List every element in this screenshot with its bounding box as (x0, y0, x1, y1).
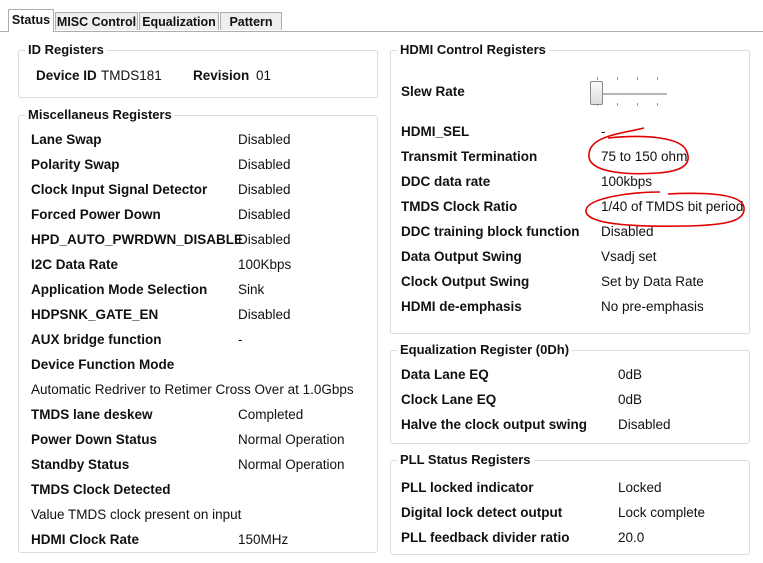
slider-tick (637, 77, 638, 80)
tab-misc-control[interactable]: MISC Control (55, 12, 138, 30)
clock-lane-eq-label: Clock Lane EQ (401, 392, 497, 407)
tab-equalization[interactable]: Equalization (139, 12, 219, 30)
forced-power-down-value: Disabled (238, 207, 291, 222)
i2c-data-rate-value: 100Kbps (238, 257, 292, 272)
slider-tick (617, 103, 618, 106)
lane-swap-label: Lane Swap (31, 132, 102, 147)
polarity-swap-value: Disabled (238, 157, 291, 172)
slider-tick (617, 77, 618, 80)
pll-feedback-divider-ratio-value: 20.0 (618, 530, 645, 545)
device-id-value: TMDS181 (101, 68, 162, 83)
slider-tick (657, 103, 658, 106)
slider-tick (597, 77, 598, 80)
data-output-swing-label: Data Output Swing (401, 249, 522, 264)
transmit-termination-label: Transmit Termination (401, 149, 538, 164)
slider-tick (657, 77, 658, 80)
tmds-clock-ratio-label: TMDS Clock Ratio (401, 199, 518, 214)
misc-registers-title: Miscellaneus Registers (25, 107, 175, 123)
pll-locked-indicator-label: PLL locked indicator (401, 480, 534, 495)
power-down-status-value: Normal Operation (238, 432, 345, 447)
halve-the-clock-output-swing-value: Disabled (618, 417, 671, 432)
hdpsnk-gate-en-value: Disabled (238, 307, 291, 322)
pll-status-group: PLL Status Registers PLL locked indicato… (390, 452, 750, 555)
value-tmds-clock-present-on-input-label: Value TMDS clock present on input (31, 507, 242, 522)
forced-power-down-label: Forced Power Down (31, 207, 161, 222)
pll-status-title: PLL Status Registers (397, 452, 534, 468)
device-id-label: Device ID (36, 68, 97, 83)
hdmi-clock-rate-value: 150MHz (238, 532, 289, 547)
halve-the-clock-output-swing-label: Halve the clock output swing (401, 417, 588, 432)
clock-lane-eq-value: 0dB (618, 392, 643, 407)
slew-rate-label: Slew Rate (401, 84, 465, 99)
ddc-training-block-function-label: DDC training block function (401, 224, 580, 239)
misc-registers-group: Miscellaneus Registers Lane Swap Disabled… (18, 107, 378, 553)
revision-label: Revision (193, 68, 250, 83)
ddc-training-block-function-value: Disabled (601, 224, 654, 239)
hdmi-de-emphasis-value: No pre-emphasis (601, 299, 704, 314)
hpd-auto-pwrdwn-disable-value: Disabled (238, 232, 291, 247)
slew-rate-slider-track[interactable] (593, 93, 667, 96)
tab-pattern[interactable]: Pattern (220, 12, 282, 30)
digital-lock-detect-output-label: Digital lock detect output (401, 505, 563, 520)
status-panel: ID Registers Device ID TMDS181 Revision … (8, 32, 760, 560)
tmds-lane-deskew-label: TMDS lane deskew (31, 407, 153, 422)
aux-bridge-function-value: - (238, 332, 243, 347)
aux-bridge-function-label: AUX bridge function (31, 332, 162, 347)
ddc-data-rate-label: DDC data rate (401, 174, 491, 189)
application-mode-selection-value: Sink (238, 282, 265, 297)
data-lane-eq-label: Data Lane EQ (401, 367, 489, 382)
automatic-redriver-to-retimer-cross-over-label: Automatic Redriver to Retimer Cross Over… (31, 382, 354, 397)
clock-output-swing-label: Clock Output Swing (401, 274, 530, 289)
i2c-data-rate-label: I2C Data Rate (31, 257, 119, 272)
standby-status-value: Normal Operation (238, 457, 345, 472)
clock-input-signal-detector-label: Clock Input Signal Detector (31, 182, 208, 197)
hpd-auto-pwrdwn-disable-label: HPD_AUTO_PWRDWN_DISABLE (31, 232, 244, 247)
polarity-swap-label: Polarity Swap (31, 157, 120, 172)
hdmi-control-title: HDMI Control Registers (397, 42, 549, 58)
id-registers-group: ID Registers Device ID TMDS181 Revision … (18, 42, 378, 98)
pll-feedback-divider-ratio-label: PLL feedback divider ratio (401, 530, 570, 545)
clock-input-signal-detector-value: Disabled (238, 182, 291, 197)
power-down-status-label: Power Down Status (31, 432, 158, 447)
data-lane-eq-value: 0dB (618, 367, 643, 382)
device-function-mode-label: Device Function Mode (31, 357, 175, 372)
hdmi-de-emphasis-label: HDMI de-emphasis (401, 299, 522, 314)
slider-tick (637, 103, 638, 106)
revision-value: 01 (256, 68, 272, 83)
id-registers-title: ID Registers (25, 42, 107, 58)
application-mode-selection-label: Application Mode Selection (31, 282, 208, 297)
transmit-termination-value: 75 to 150 ohm (601, 149, 688, 164)
data-output-swing-value: Vsadj set (601, 249, 657, 264)
standby-status-label: Standby Status (31, 457, 130, 472)
hdmi-sel-label: HDMI_SEL (401, 124, 470, 139)
tmds-clock-ratio-value: 1/40 of TMDS bit period (601, 199, 744, 214)
tmds-lane-deskew-value: Completed (238, 407, 304, 422)
hdmi-clock-rate-label: HDMI Clock Rate (31, 532, 140, 547)
digital-lock-detect-output-value: Lock complete (618, 505, 706, 520)
tab-status[interactable]: Status (8, 9, 54, 32)
lane-swap-value: Disabled (238, 132, 291, 147)
pll-locked-indicator-value: Locked (618, 480, 662, 495)
equalization-group: Equalization Register (0Dh) Data Lane EQ… (390, 342, 750, 444)
hdpsnk-gate-en-label: HDPSNK_GATE_EN (31, 307, 159, 322)
hdmi-sel-value: - (601, 124, 606, 139)
hdmi-control-group: HDMI Control Registers Slew Rate HDMI_SE… (390, 42, 750, 334)
equalization-title: Equalization Register (0Dh) (397, 342, 573, 358)
ddc-data-rate-value: 100kbps (601, 174, 653, 189)
tmds-clock-detected-label: TMDS Clock Detected (31, 482, 171, 497)
clock-output-swing-value: Set by Data Rate (601, 274, 704, 289)
slew-rate-slider-thumb[interactable] (590, 81, 603, 105)
